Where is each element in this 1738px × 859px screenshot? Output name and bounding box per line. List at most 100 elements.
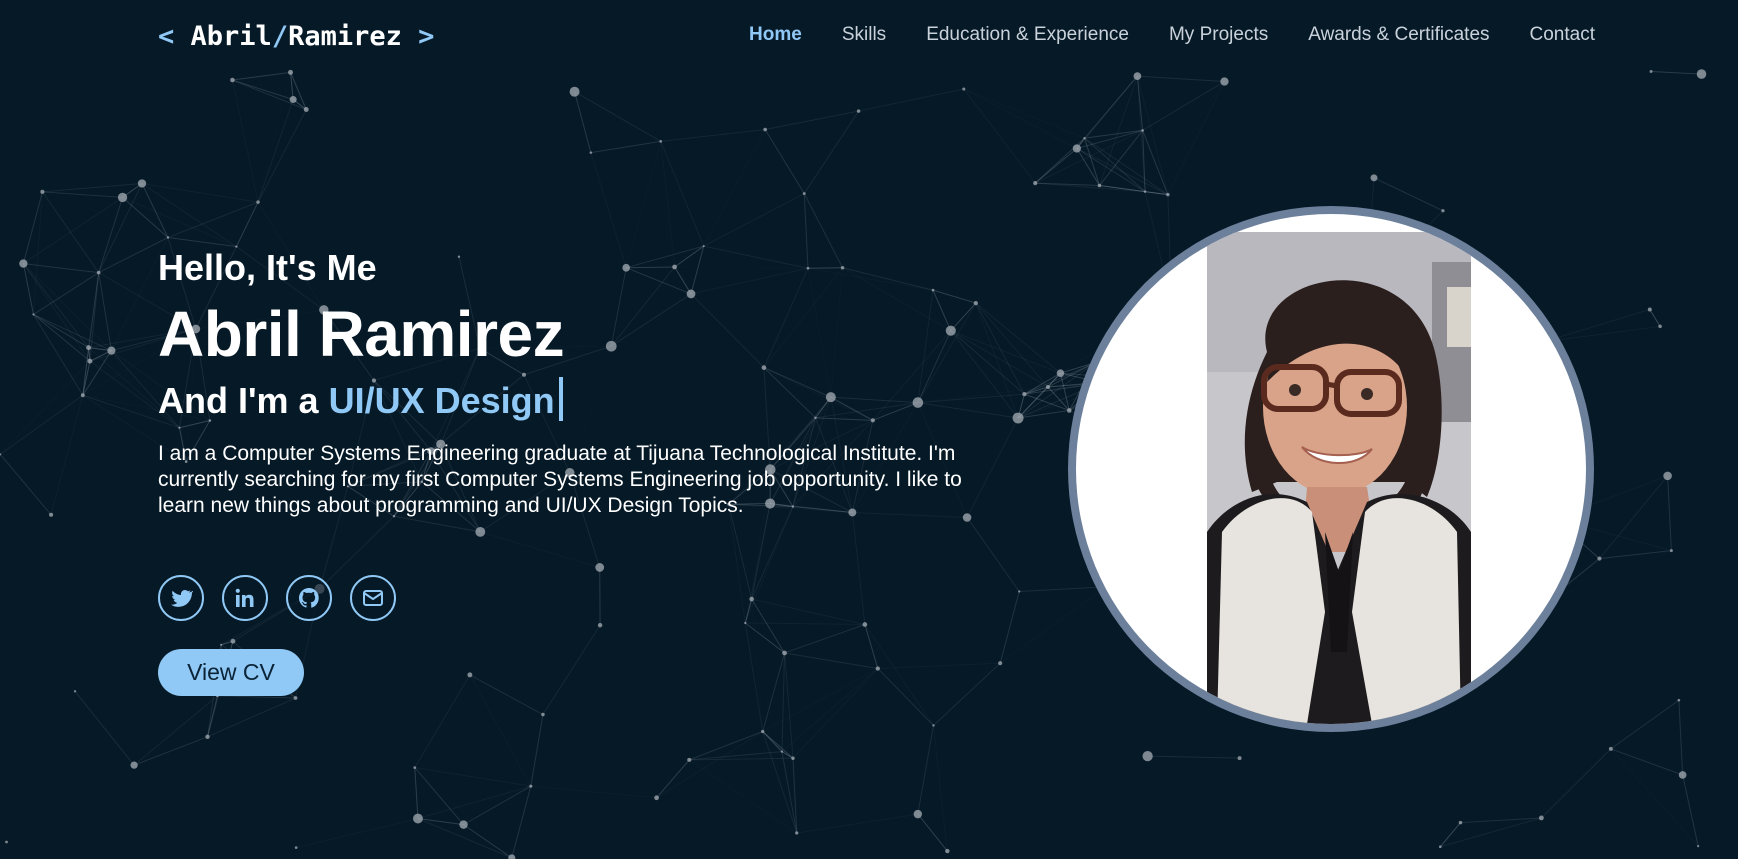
network-node	[117, 192, 128, 203]
network-link	[1000, 587, 1107, 663]
network-link	[765, 110, 859, 131]
network-node	[40, 189, 45, 194]
network-node	[605, 340, 617, 352]
network-link	[963, 88, 1078, 149]
network-node	[294, 846, 298, 850]
network-node	[744, 621, 747, 625]
network-link	[1611, 749, 1698, 846]
network-node	[687, 757, 692, 762]
network-link	[877, 662, 1001, 670]
network-node	[1597, 556, 1602, 561]
network-node	[802, 192, 806, 195]
network-node	[1677, 698, 1681, 702]
network-link	[932, 289, 976, 304]
network-link	[1649, 309, 1661, 327]
role-typed-text: UI/UX Design	[328, 380, 555, 421]
network-node	[1022, 391, 1027, 397]
network-link	[50, 395, 84, 515]
linkedin-link[interactable]	[222, 575, 268, 621]
network-link	[751, 598, 865, 625]
network-node	[597, 623, 603, 628]
network-node	[686, 289, 696, 299]
network-node	[761, 729, 765, 734]
network-link	[933, 662, 1001, 726]
network-link	[917, 813, 948, 852]
network-node	[870, 418, 875, 423]
nav-contact[interactable]: Contact	[1530, 24, 1595, 46]
network-node	[1678, 771, 1687, 779]
network-node	[931, 288, 935, 292]
network-node	[303, 107, 309, 112]
network-node	[856, 109, 861, 113]
hero-name: Abril Ramirez	[158, 298, 565, 370]
network-node	[5, 840, 8, 844]
network-link	[123, 197, 258, 202]
mail-icon	[363, 590, 383, 606]
hero-bio: I am a Computer Systems Engineering grad…	[158, 442, 962, 517]
network-link	[660, 129, 766, 142]
network-node	[293, 696, 298, 700]
network-link	[950, 330, 1049, 388]
site-logo[interactable]: < Abril/Ramirez >	[158, 21, 434, 52]
network-link	[1019, 586, 1108, 592]
network-link	[1145, 82, 1224, 192]
network-link	[744, 622, 764, 732]
network-node	[205, 734, 210, 740]
network-node	[220, 643, 223, 646]
nav-my-projects[interactable]: My Projects	[1169, 24, 1268, 46]
network-link	[141, 183, 259, 203]
nav-awards-certificates[interactable]: Awards & Certificates	[1308, 24, 1489, 46]
hero-greeting: Hello, It's Me	[158, 247, 377, 288]
network-link	[414, 767, 419, 819]
network-link	[626, 245, 704, 269]
github-link[interactable]	[286, 575, 332, 621]
network-link	[1147, 755, 1240, 759]
network-link	[796, 813, 918, 834]
network-link	[610, 267, 627, 347]
network-node	[782, 650, 787, 656]
network-link	[530, 714, 544, 787]
network-link	[590, 140, 661, 154]
network-link	[1084, 137, 1146, 192]
network-link	[843, 268, 976, 303]
network-node	[659, 140, 663, 143]
network-link	[167, 201, 259, 238]
nav-education-experience[interactable]: Education & Experience	[926, 24, 1129, 46]
network-node	[589, 151, 593, 154]
network-node	[1658, 324, 1662, 329]
network-link	[877, 668, 934, 726]
network-node	[1220, 77, 1229, 86]
network-node	[49, 512, 54, 517]
network-node	[166, 236, 170, 239]
network-link	[703, 245, 809, 269]
twitter-link[interactable]	[158, 575, 204, 621]
network-node	[529, 784, 533, 788]
typing-cursor	[558, 377, 563, 421]
network-link	[660, 141, 676, 268]
view-cv-button[interactable]: View CV	[158, 649, 304, 696]
network-link	[1541, 748, 1612, 819]
network-node	[96, 270, 101, 275]
network-node	[913, 809, 923, 819]
nav-skills[interactable]: Skills	[842, 24, 886, 46]
network-node	[806, 266, 810, 270]
network-link	[610, 266, 675, 347]
network-link	[689, 760, 796, 833]
network-node	[840, 265, 845, 270]
network-node	[1663, 471, 1672, 481]
network-link	[858, 88, 964, 112]
network-link	[917, 302, 977, 403]
network-link	[763, 367, 816, 419]
network-link	[976, 183, 1035, 303]
network-link	[803, 110, 860, 194]
profile-photo	[1207, 232, 1471, 724]
network-link	[917, 725, 934, 815]
network-link	[23, 263, 99, 274]
nav-home[interactable]: Home	[749, 24, 802, 46]
network-node	[256, 200, 260, 204]
network-link	[815, 402, 918, 419]
network-link	[675, 267, 808, 268]
email-link[interactable]	[350, 575, 396, 621]
network-link	[122, 197, 169, 238]
network-link	[217, 695, 296, 699]
